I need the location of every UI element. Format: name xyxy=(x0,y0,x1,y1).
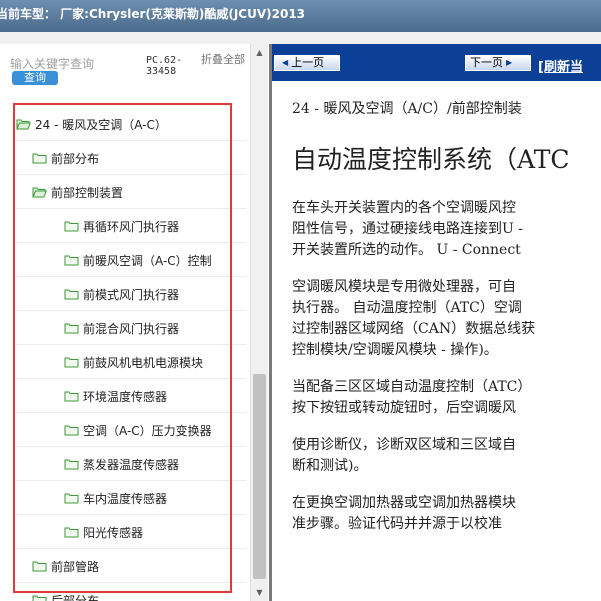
tree-item[interactable]: 前暖风空调（A-C）控制 xyxy=(16,244,246,277)
tree-item[interactable]: 阳光传感器 xyxy=(16,516,246,549)
folder-open-icon xyxy=(16,119,31,130)
document-paragraph: 使用诊断仪，诊断双区域和三区域自 断和测试)。 xyxy=(292,437,516,474)
tree-item-label: 24 - 暖风及空调（A-C） xyxy=(35,117,167,132)
folder-icon xyxy=(64,527,79,538)
document-content: 24 - 暖风及空调（A/C）/前部控制装 自动温度控制系统（ATC 在车头开关… xyxy=(292,98,601,551)
tree-item[interactable]: 后部分布 xyxy=(16,584,246,601)
tree-item-label: 空调（A-C）压力变换器 xyxy=(83,423,212,438)
prev-page-button[interactable]: ◀ 上一页 xyxy=(274,55,340,71)
refresh-link[interactable]: [刷新当 xyxy=(538,56,583,75)
folder-icon xyxy=(64,357,79,368)
folder-icon xyxy=(64,425,79,436)
document-nav-bar: ◀ 上一页 下一页 ▶ [刷新当 xyxy=(272,44,601,81)
folder-icon xyxy=(32,153,47,164)
tree-item[interactable]: 再循环风门执行器 xyxy=(16,210,246,243)
document-paragraph: 当配备三区区域自动温度控制（ATC） 按下按钮或转动旋钮时，后空调暖风 xyxy=(292,379,532,416)
folder-icon xyxy=(64,459,79,470)
document-breadcrumb: 24 - 暖风及空调（A/C）/前部控制装 xyxy=(292,101,522,117)
next-page-button[interactable]: 下一页 ▶ xyxy=(465,55,531,71)
folder-icon xyxy=(64,493,79,504)
query-button[interactable]: 查询 xyxy=(12,71,58,85)
tree-item[interactable]: 前部分布 xyxy=(16,142,246,175)
folder-icon xyxy=(64,221,79,232)
tree-item-label: 前鼓风机电机电源模块 xyxy=(83,355,204,370)
folder-open-icon xyxy=(32,187,47,198)
folder-icon xyxy=(32,595,47,601)
tree-scrollbar[interactable]: ▲ ▼ xyxy=(250,44,268,601)
folder-icon xyxy=(64,391,79,402)
tree-item[interactable]: 车内温度传感器 xyxy=(16,482,246,515)
scroll-up-arrow-icon[interactable]: ▲ xyxy=(251,44,268,61)
left-panel: 查询 PC.62-33458 折叠全部 24 - 暖风及空调（A-C） 前部分布前… xyxy=(0,44,269,601)
tree-item[interactable]: 空调（A-C）压力变换器 xyxy=(16,414,246,447)
tree-item[interactable]: 前模式风门执行器 xyxy=(16,278,246,311)
tree-item-label: 阳光传感器 xyxy=(83,525,144,540)
right-arrow-icon: ▶ xyxy=(506,58,513,67)
scroll-thumb[interactable] xyxy=(253,374,266,579)
window-title-bar: 当前车型： 厂家:Chrysler(克莱斯勒)酷威(JCUV)2013 xyxy=(0,0,601,32)
document-panel: ◀ 上一页 下一页 ▶ [刷新当 24 - 暖风及空调（A/C）/前部控制装 自… xyxy=(272,44,601,601)
document-paragraph: 空调暖风模块是专用微处理器，可自 执行器。 自动温度控制（ATC）空调 过控制器… xyxy=(292,279,536,358)
document-paragraph: 在车头开关装置内的各个空调暖风控 阻性信号，通过硬接线电路连接到U - 开关装置… xyxy=(292,200,523,258)
tree-item-label: 前模式风门执行器 xyxy=(83,287,180,302)
scroll-down-arrow-icon[interactable]: ▼ xyxy=(251,584,268,601)
tree-item-label: 前部控制装置 xyxy=(51,185,124,200)
tree-item-label: 再循环风门执行器 xyxy=(83,219,180,234)
next-page-label: 下一页 xyxy=(470,56,503,69)
tree-item-label: 前暖风空调（A-C）控制 xyxy=(83,253,212,268)
folder-icon xyxy=(64,323,79,334)
folder-icon xyxy=(32,561,47,572)
document-heading: 自动温度控制系统（ATC xyxy=(292,145,570,174)
search-area: 查询 PC.62-33458 折叠全部 xyxy=(0,44,250,94)
tree-item[interactable]: 前混合风门执行器 xyxy=(16,312,246,345)
window-title: 当前车型： 厂家:Chrysler(克莱斯勒)酷威(JCUV)2013 xyxy=(0,7,306,21)
folder-icon xyxy=(64,255,79,266)
tree-item[interactable]: 前部控制装置 xyxy=(16,176,246,209)
tree-item[interactable]: 环境温度传感器 xyxy=(16,380,246,413)
tree-item-label: 环境温度传感器 xyxy=(83,389,168,404)
search-input[interactable] xyxy=(10,57,134,71)
tree-item[interactable]: 蒸发器温度传感器 xyxy=(16,448,246,481)
folder-icon xyxy=(64,289,79,300)
document-paragraph: 在更换空调加热器或空调加热器模块 准步骤。验证代码并并源于以校准 xyxy=(292,495,516,532)
tree-item[interactable]: 前鼓风机电机电源模块 xyxy=(16,346,246,379)
tree-item[interactable]: 24 - 暖风及空调（A-C） xyxy=(16,108,246,141)
collapse-all-link[interactable]: 折叠全部 xyxy=(201,54,245,66)
tree-item-label: 后部分布 xyxy=(51,593,100,601)
tree-item-label: 车内温度传感器 xyxy=(83,491,168,506)
tree-item-label: 前部分布 xyxy=(51,151,100,166)
pc-code-label: PC.62-33458 xyxy=(146,55,183,77)
prev-page-label: 上一页 xyxy=(291,56,325,69)
tree-item[interactable]: 前部管路 xyxy=(16,550,246,583)
tree-item-label: 前混合风门执行器 xyxy=(83,321,180,336)
left-arrow-icon: ◀ xyxy=(282,58,289,67)
tree-item-label: 前部管路 xyxy=(51,559,100,574)
tree-item-label: 蒸发器温度传感器 xyxy=(83,457,180,472)
